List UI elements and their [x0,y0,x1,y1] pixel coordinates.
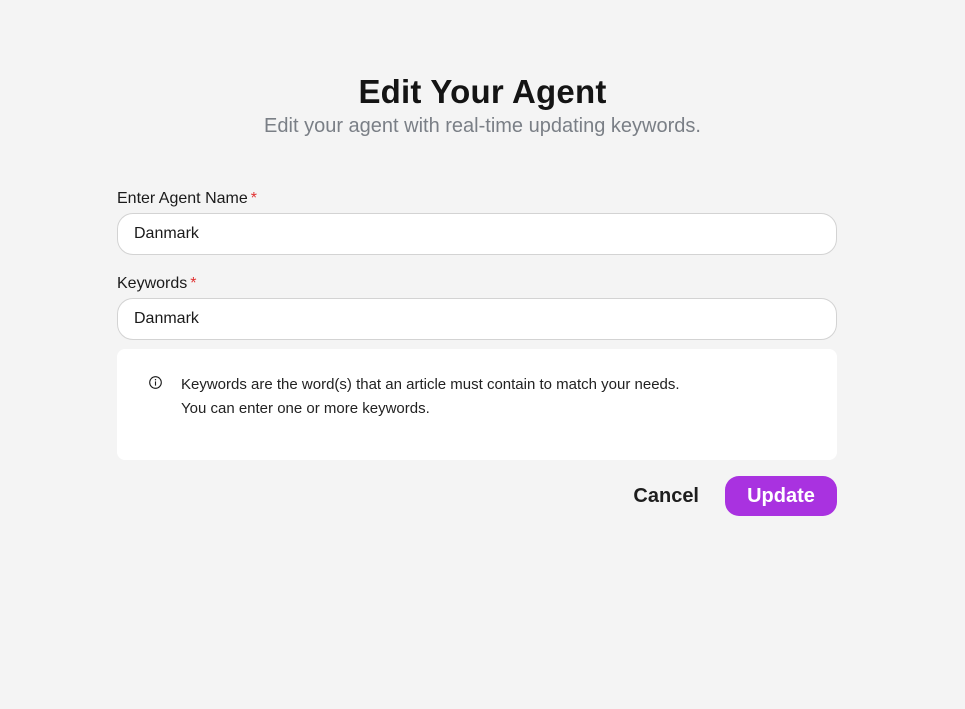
page-subtitle: Edit your agent with real-time updating … [264,115,701,137]
keywords-label: Keywords * [117,273,837,295]
keywords-label-text: Keywords [117,275,188,292]
edit-agent-form: Enter Agent Name* Keywords* Keywords are… [117,188,837,516]
keywords-info-box: Keywords are the word(s) that an article… [117,349,837,460]
cancel-button[interactable]: Cancel [633,476,699,516]
agent-name-label: Enter Agent Name * [117,188,837,210]
page-header: Edit Your Agent Edit your agent with rea… [0,72,965,140]
required-marker: * [250,190,257,207]
info-text-line-2: You can enter one or more keywords. [181,400,430,417]
info-circle-icon [149,376,162,389]
keywords-field-group: Keywords * [117,273,837,340]
info-text: Keywords are the word(s) that an article… [181,373,680,421]
agent-name-label-text: Enter Agent Name [117,190,248,207]
keywords-input[interactable] [117,298,837,340]
agent-name-input[interactable] [117,213,837,255]
update-button[interactable]: Update [725,476,837,516]
required-marker: * [190,275,197,292]
edit-agent-page: Edit Your Agent Edit your agent with rea… [0,0,965,709]
agent-name-field-group: Enter Agent Name * [117,188,837,255]
info-text-line-1: Keywords are the word(s) that an article… [181,376,680,393]
page-title: Edit Your Agent [358,73,607,110]
form-actions: Cancel Update [117,476,837,516]
